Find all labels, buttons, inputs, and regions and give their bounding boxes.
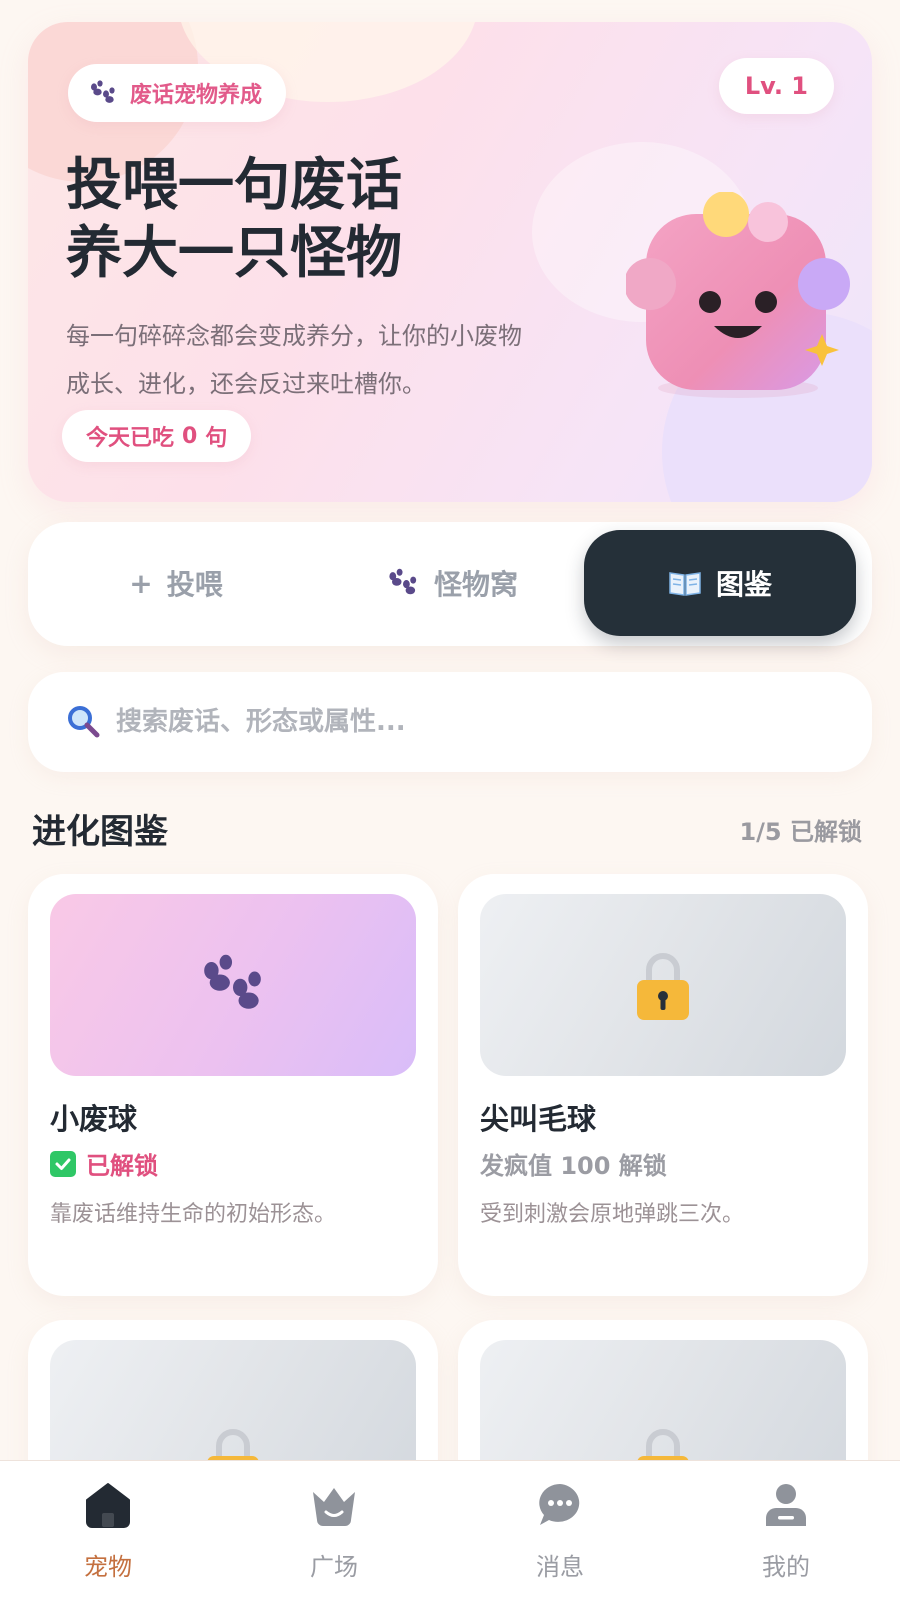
paw-icon [91, 80, 115, 103]
tab-label: 图鉴 [715, 568, 772, 601]
hero-title-line: 投喂一句废话 [66, 153, 402, 218]
search-bar [28, 672, 872, 772]
tab-label: 投喂 [166, 568, 223, 601]
paw-icon [389, 568, 417, 595]
count-prefix: 今天已吃 [86, 426, 175, 451]
card-description: 靠废话维持生命的初始形态。 [50, 1202, 337, 1227]
evolution-card[interactable]: 尖叫毛球 发疯值 100 解锁 受到刺激会原地弹跳三次。 [458, 874, 868, 1296]
unlock-progress: 1/5 已解锁 [739, 818, 862, 846]
tab-label: 怪物窝 [433, 568, 518, 601]
home-icon [80, 1477, 136, 1533]
tab-encyclopedia[interactable]: 图鉴 [584, 530, 856, 636]
tab-feed[interactable]: + 投喂 [40, 530, 312, 636]
nav-profile[interactable]: 我的 [706, 1471, 866, 1596]
monster-avatar[interactable] [626, 192, 856, 402]
level-badge: Lv. 1 [718, 58, 834, 114]
hero-description: 每一句碎碎念都会变成养分，让你的小废物 成长、进化，还会反过来吐槽你。 [66, 312, 626, 408]
count-value: 0 [182, 423, 198, 449]
brand-chip: 废话宠物养成 [68, 64, 287, 122]
card-thumbnail [480, 894, 846, 1076]
card-name: 尖叫毛球 [480, 1102, 597, 1136]
nav-pet[interactable]: 宠物 [28, 1471, 188, 1596]
crown-icon [306, 1477, 362, 1533]
card-status: 已解锁 [50, 1146, 158, 1181]
card-status: 发疯值 100 解锁 [480, 1146, 667, 1181]
book-icon [669, 572, 701, 596]
count-suffix: 句 [205, 426, 228, 451]
plus-icon: + [129, 566, 153, 600]
brand-label: 废话宠物养成 [130, 83, 263, 108]
card-status-label: 已解锁 [86, 1152, 158, 1180]
search-input[interactable] [116, 707, 816, 737]
search-icon [68, 706, 100, 738]
hero-banner: 废话宠物养成 Lv. 1 投喂一句废话 养大一只怪物 每一句碎碎念都会变成养分，… [28, 22, 872, 502]
lock-icon [637, 953, 689, 1020]
section-title: 进化图鉴 [32, 812, 168, 852]
hero-desc-line: 成长、进化，还会反过来吐槽你。 [66, 370, 426, 398]
nav-label: 广场 [310, 1553, 358, 1581]
nav-square[interactable]: 广场 [254, 1471, 414, 1596]
checkmark-icon [50, 1150, 76, 1177]
hero-title: 投喂一句废话 养大一只怪物 [66, 152, 402, 288]
hero-desc-line: 每一句碎碎念都会变成养分，让你的小废物 [66, 322, 522, 350]
hero-title-line: 养大一只怪物 [66, 221, 402, 286]
chat-icon [532, 1477, 588, 1533]
card-status-label: 发疯值 100 解锁 [480, 1152, 667, 1180]
card-thumbnail [50, 894, 416, 1076]
nav-label: 宠物 [84, 1553, 132, 1581]
card-description: 受到刺激会原地弹跳三次。 [480, 1202, 745, 1227]
bottom-nav: 宠物 广场 消息 我的 [0, 1460, 900, 1600]
tab-monster-den[interactable]: 怪物窝 [316, 530, 588, 636]
daily-count-chip: 今天已吃 0 句 [62, 410, 252, 462]
nav-label: 消息 [536, 1553, 584, 1581]
paw-icon [204, 954, 261, 1009]
nav-label: 我的 [762, 1553, 810, 1581]
card-name: 小废球 [50, 1102, 138, 1136]
nav-messages[interactable]: 消息 [480, 1471, 640, 1596]
evolution-card[interactable]: 小废球 已解锁 靠废话维持生命的初始形态。 [28, 874, 438, 1296]
tab-bar: + 投喂 怪物窝 图鉴 [28, 522, 872, 646]
user-icon [758, 1477, 814, 1533]
